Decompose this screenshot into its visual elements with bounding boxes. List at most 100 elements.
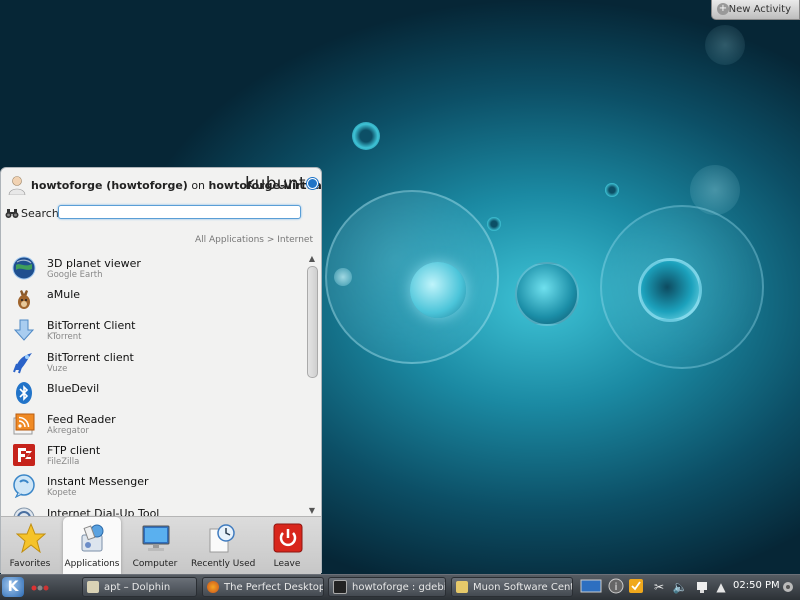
tab-recently-used[interactable]: Recently Used [191,517,256,574]
app-list-scrollbar[interactable]: ▲ ▼ [306,254,318,516]
new-activity-label: New Activity [728,4,791,15]
kde-menu-icon[interactable]: K [2,577,24,597]
task-terminal[interactable]: howtoforge : gdebi [328,577,446,597]
application-list: 3D planet viewer Google Earth aMule BitT… [7,252,303,516]
app-description: FileZilla [47,457,80,468]
tab-label: Applications [64,559,120,569]
app-name: BitTorrent Client [47,319,136,333]
ktorrent-icon [13,319,35,342]
breadcrumb: All Applications > Internet [195,235,313,245]
search-row: Search: [1,204,321,226]
app-name: Internet Dial-Up Tool [47,506,160,517]
list-item[interactable]: BlueDevil [7,377,303,408]
desktop-preview-icon[interactable] [580,578,602,596]
bluetooth-icon [16,381,32,404]
app-description: KTorrent [47,332,82,343]
task-label: Muon Software Center [473,581,572,593]
terminal-icon [333,580,347,594]
power-icon [273,523,303,553]
app-description: Kopete [47,488,77,499]
app-name: BitTorrent client [47,350,134,364]
tab-label: Recently Used [191,559,256,569]
search-input[interactable] [58,205,301,219]
breadcrumb-internet[interactable]: Internet [277,235,313,245]
task-firefox[interactable]: The Perfect Desktop [202,577,324,597]
kubuntu-logo-mark-icon [307,178,318,189]
wallpaper-bubble [410,262,466,318]
task-label: apt – Dolphin [104,581,171,593]
launcher-tab-bar: Favorites Applications Computer Recently… [1,516,321,574]
info-icon[interactable]: i [608,578,624,596]
tab-label: Favorites [9,559,51,569]
scroll-up-arrow-icon[interactable]: ▲ [306,254,318,264]
tab-label: Leave [273,559,301,569]
dialup-icon [13,507,35,516]
list-item[interactable]: BitTorrent client Vuze [7,346,303,377]
app-description: Vuze [47,363,68,374]
scroll-thumb[interactable] [307,266,318,378]
vuze-frog-icon [13,352,32,373]
svg-text:i: i [615,582,618,593]
application-launcher: howtoforge (howtoforge) on howtoforge-Vi… [0,167,322,574]
tab-leave[interactable]: Leave [258,517,316,574]
user-avatar-icon [8,176,26,195]
list-item[interactable]: aMule [7,283,303,314]
breadcrumb-all-applications[interactable]: All Applications > [195,235,274,245]
globe-icon [12,256,36,280]
taskbar: K apt – Dolphin The Perfect Desktop howt… [0,574,800,600]
wallpaper-bubble [352,122,380,150]
expand-tray-arrow-icon[interactable]: ▲ [713,578,729,596]
list-item[interactable]: Instant Messenger Kopete [7,470,303,501]
volume-icon[interactable]: 🔈 [672,578,688,596]
scroll-down-arrow-icon[interactable]: ▼ [306,506,318,516]
task-dolphin[interactable]: apt – Dolphin [82,577,197,597]
package-icon [456,581,468,593]
wallpaper-bubble [487,217,501,231]
network-icon[interactable] [694,578,710,596]
wallpaper-bubble [515,262,579,326]
star-icon [16,523,46,553]
app-name: BlueDevil [47,381,100,395]
app-name: Feed Reader [47,412,116,426]
app-name: 3D planet viewer [47,257,141,270]
app-name: aMule [47,288,81,302]
launcher-header: howtoforge (howtoforge) on howtoforge-Vi… [1,168,322,204]
firefox-icon [207,581,219,593]
applications-icon [81,524,104,552]
panel-toolbox-icon[interactable] [780,578,796,596]
search-label: Search: [21,207,63,220]
app-description: Google Earth [47,270,103,280]
wallpaper-bubble [705,25,745,65]
rss-feed-icon [13,413,35,435]
wallpaper-bubble [334,268,352,286]
app-name: FTP client [47,444,101,458]
tab-computer[interactable]: Computer [126,517,184,574]
wallpaper-bubble [690,165,740,215]
on-text: on [191,179,206,192]
user-name: howtoforge (howtoforge) [31,179,188,192]
clipboard-notes-icon[interactable] [628,578,644,596]
clock[interactable]: 02:50 PM [733,580,780,591]
task-muon[interactable]: Muon Software Center [451,577,573,597]
list-item[interactable]: Internet Dial-Up Tool [7,502,303,517]
app-description: Akregator [47,425,89,436]
wallpaper-bubble [638,258,702,322]
list-item[interactable]: Feed Reader Akregator [7,408,303,439]
tab-favorites[interactable]: Favorites [1,517,59,574]
new-activity-button[interactable]: + New Activity [711,0,800,20]
clock-document-icon [209,524,235,553]
list-item[interactable]: 3D planet viewer Google Earth [7,252,303,283]
pager-icon[interactable] [30,584,80,592]
binoculars-icon [5,209,19,218]
task-label: howtoforge : gdebi [352,581,446,593]
tab-label: Computer [132,559,178,569]
list-item[interactable]: FTP client FileZilla [7,439,303,470]
app-name: Instant Messenger [47,475,149,489]
filezilla-icon [13,444,35,467]
list-item[interactable]: BitTorrent Client KTorrent [7,314,303,345]
add-activity-icon: + [717,3,729,15]
wallpaper-bubble [605,183,619,197]
tab-applications[interactable]: Applications [63,517,121,574]
scissors-klipper-icon[interactable]: ✂ [651,578,667,596]
task-label: The Perfect Desktop [224,581,324,593]
